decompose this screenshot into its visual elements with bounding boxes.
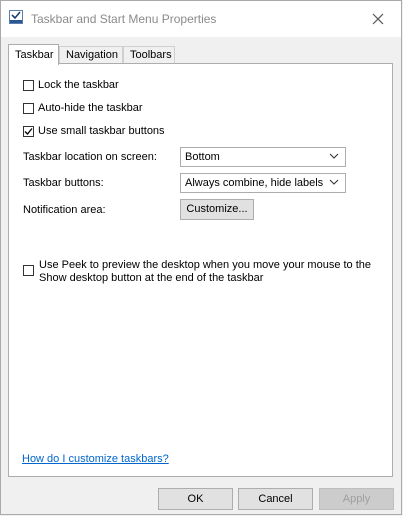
checkmark-icon (24, 127, 33, 135)
chevron-down-icon (329, 179, 339, 185)
small-buttons-checkbox[interactable] (23, 125, 34, 137)
location-dropdown[interactable]: Bottom (180, 147, 346, 167)
buttons-dropdown[interactable]: Always combine, hide labels (180, 173, 346, 193)
small-buttons-label: Use small taskbar buttons (38, 125, 165, 137)
buttons-label: Taskbar buttons: (23, 177, 104, 189)
tab-taskbar[interactable]: Taskbar (8, 44, 59, 65)
customize-button[interactable]: Customize... (180, 199, 254, 220)
lock-taskbar-checkbox[interactable] (23, 79, 34, 91)
help-link[interactable]: How do I customize taskbars? (22, 453, 169, 465)
auto-hide-option[interactable]: Auto-hide the taskbar (23, 102, 143, 114)
location-label: Taskbar location on screen: (23, 151, 157, 163)
ok-button[interactable]: OK (158, 488, 233, 510)
tab-navigation[interactable]: Navigation (59, 46, 123, 64)
peek-checkbox[interactable] (23, 265, 34, 276)
auto-hide-checkbox[interactable] (23, 102, 34, 114)
location-value: Bottom (185, 151, 220, 163)
chevron-down-icon (329, 153, 339, 159)
close-button[interactable] (355, 1, 401, 37)
peek-label-line2: Show desktop button at the end of the ta… (39, 272, 264, 284)
notification-label: Notification area: (23, 204, 106, 216)
small-buttons-option[interactable]: Use small taskbar buttons (23, 125, 165, 137)
title-bar: Taskbar and Start Menu Properties (1, 1, 401, 37)
peek-label: Use Peek to preview the desktop when you… (39, 259, 371, 285)
window-title: Taskbar and Start Menu Properties (31, 12, 217, 26)
lock-taskbar-label: Lock the taskbar (38, 79, 119, 91)
properties-dialog: Taskbar and Start Menu Properties Taskba… (0, 0, 402, 515)
cancel-button[interactable]: Cancel (238, 488, 313, 510)
tab-toolbars[interactable]: Toolbars (123, 46, 175, 64)
close-icon (372, 13, 384, 25)
auto-hide-label: Auto-hide the taskbar (38, 102, 143, 114)
peek-label-line1: Use Peek to preview the desktop when you… (39, 259, 372, 271)
lock-taskbar-option[interactable]: Lock the taskbar (23, 79, 119, 91)
apply-button[interactable]: Apply (319, 488, 394, 510)
taskbar-properties-icon (9, 10, 23, 24)
taskbar-panel: Lock the taskbar Auto-hide the taskbar U… (8, 63, 393, 477)
buttons-value: Always combine, hide labels (185, 177, 324, 189)
